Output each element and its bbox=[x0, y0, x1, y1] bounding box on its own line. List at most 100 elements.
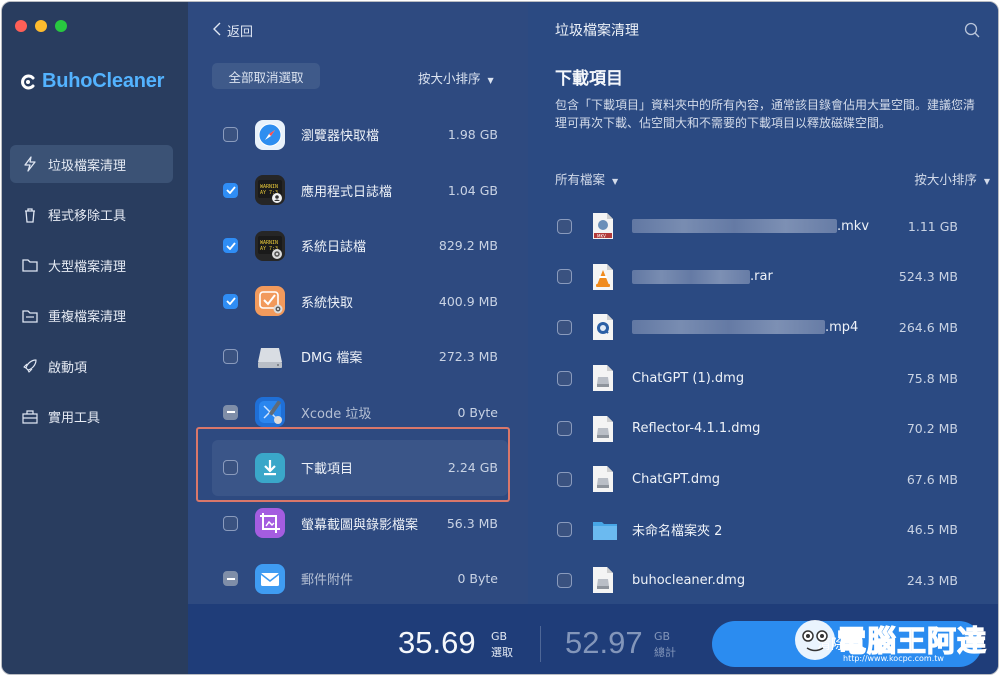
file-row[interactable]: ChatGPT (1).dmg 75.8 MB bbox=[548, 353, 988, 404]
category-row[interactable]: WARNIN AY 7:3 系統日誌檔 829.2 MB bbox=[212, 218, 508, 274]
caret-down-icon: ▼ bbox=[487, 76, 494, 85]
caret-down-icon: ▼ bbox=[612, 177, 619, 186]
dmg-file-icon bbox=[592, 415, 614, 443]
watermark: 電腦王阿達 http://www.kocpc.com.tw bbox=[793, 612, 993, 668]
divider bbox=[540, 626, 541, 662]
file-row[interactable]: Reflector-4.1.1.dmg 70.2 MB bbox=[548, 403, 988, 454]
category-size: 56.3 MB bbox=[446, 515, 498, 531]
zoom-window-button[interactable] bbox=[55, 20, 67, 32]
category-name: 郵件附件 bbox=[301, 573, 354, 589]
checkbox[interactable] bbox=[557, 218, 572, 234]
category-row-selected[interactable]: 下載項目 2.24 GB bbox=[212, 440, 508, 496]
checkbox[interactable] bbox=[557, 370, 572, 386]
vlc-file-icon bbox=[592, 263, 614, 291]
checkbox[interactable] bbox=[223, 349, 238, 365]
deselect-all-button[interactable]: 全部取消選取 bbox=[212, 63, 320, 89]
checkbox[interactable] bbox=[223, 127, 238, 143]
sidebar-item-label: 大型檔案清理 bbox=[48, 259, 127, 275]
category-row[interactable]: DMG 檔案 272.3 MB bbox=[212, 329, 508, 385]
category-row[interactable]: Xcode 垃圾 0 Byte bbox=[212, 385, 508, 441]
checkbox[interactable] bbox=[557, 522, 572, 538]
back-label: 返回 bbox=[227, 25, 254, 40]
sidebar-item-label: 啟動項 bbox=[48, 360, 88, 376]
sidebar-item-label: 程式移除工具 bbox=[48, 209, 127, 224]
category-row[interactable]: 瀏覽器快取檔 1.98 GB bbox=[212, 107, 508, 163]
search-icon[interactable] bbox=[964, 22, 980, 42]
xcode-icon bbox=[255, 397, 285, 428]
redacted-filename bbox=[632, 320, 825, 335]
app-log-icon: WARNIN AY 7:3 bbox=[255, 175, 285, 206]
category-row[interactable]: 系統快取 400.9 MB bbox=[212, 274, 508, 330]
sidebar-item-label: 垃圾檔案清理 bbox=[48, 158, 127, 174]
checkbox-partial[interactable] bbox=[223, 571, 238, 587]
category-row[interactable]: 郵件附件 0 Byte bbox=[212, 551, 508, 607]
category-size: 400.9 MB bbox=[438, 293, 498, 309]
checkbox-partial[interactable] bbox=[223, 404, 238, 420]
folder-file-icon bbox=[592, 516, 618, 544]
panel-title: 垃圾檔案清理 bbox=[555, 23, 639, 39]
total-size-value: 52.97 bbox=[565, 625, 643, 660]
category-row[interactable]: WARNIN AY 7:3 應用程式日誌檔 1.04 GB bbox=[212, 163, 508, 219]
checkbox[interactable] bbox=[557, 421, 572, 437]
checkbox[interactable] bbox=[557, 572, 572, 588]
checkbox-checked[interactable] bbox=[223, 182, 238, 198]
file-sort-dropdown[interactable]: 按大小排序 ▼ bbox=[914, 169, 990, 188]
chevron-left-icon bbox=[213, 22, 221, 40]
file-row[interactable]: ChatGPT.dmg 67.6 MB bbox=[548, 454, 988, 505]
minimize-window-button[interactable] bbox=[35, 20, 47, 32]
close-window-button[interactable] bbox=[15, 20, 27, 32]
checkbox[interactable] bbox=[557, 471, 572, 487]
system-cache-icon bbox=[255, 286, 285, 317]
app-window: BuhoCleaner 垃圾檔案清理 程式移除工具 大型檔案清理 重複檔案清理 … bbox=[1, 1, 999, 675]
caret-down-icon: ▼ bbox=[983, 177, 990, 186]
category-row[interactable]: 螢幕截圖與錄影檔案 56.3 MB bbox=[212, 496, 508, 552]
duplicate-folder-icon bbox=[22, 308, 38, 324]
section-description: 包含「下載項目」資料夾中的所有內容，通常該目錄會佔用大量空間。建議您清理可再次下… bbox=[555, 98, 976, 130]
file-row[interactable]: buhocleaner.dmg 24.3 MB bbox=[548, 555, 988, 606]
category-name: 瀏覽器快取檔 bbox=[301, 129, 380, 145]
file-size: 46.5 MB bbox=[906, 522, 958, 538]
category-size: 272.3 MB bbox=[438, 349, 498, 365]
file-row[interactable]: .mp4 264.6 MB bbox=[548, 302, 988, 353]
file-row[interactable]: .rar 524.3 MB bbox=[548, 252, 988, 303]
file-filter-dropdown[interactable]: 所有檔案 ▼ bbox=[555, 169, 618, 188]
back-button[interactable]: 返回 bbox=[213, 21, 253, 40]
dmg-file-icon bbox=[592, 465, 614, 493]
category-size: 1.98 GB bbox=[447, 127, 498, 143]
sort-label: 按大小排序 bbox=[914, 172, 977, 187]
checkbox[interactable] bbox=[557, 269, 572, 285]
file-size: 524.3 MB bbox=[898, 269, 958, 285]
sidebar-item-startup[interactable]: 啟動項 bbox=[10, 347, 173, 385]
checkbox[interactable] bbox=[557, 319, 572, 335]
category-name: 系統日誌檔 bbox=[301, 240, 367, 256]
category-size: 2.24 GB bbox=[447, 460, 498, 476]
checkbox[interactable] bbox=[223, 460, 238, 476]
dmg-file-icon bbox=[592, 566, 614, 594]
app-logo: BuhoCleaner bbox=[20, 70, 164, 93]
category-name: 下載項目 bbox=[301, 462, 354, 478]
file-extension: .rar bbox=[750, 269, 773, 285]
sidebar-item-large-files[interactable]: 大型檔案清理 bbox=[10, 246, 173, 284]
detail-panel: 垃圾檔案清理 下載項目 包含「下載項目」資料夾中的所有內容，通常該目錄會佔用大量… bbox=[528, 2, 998, 606]
checkbox[interactable] bbox=[223, 515, 238, 531]
sort-dropdown[interactable]: 按大小排序 ▼ bbox=[418, 68, 494, 87]
sidebar-item-uninstaller[interactable]: 程式移除工具 bbox=[10, 196, 173, 234]
file-size: 1.11 GB bbox=[907, 218, 958, 234]
file-row[interactable]: 未命名檔案夾 2 46.5 MB bbox=[548, 505, 988, 556]
category-size: 0 Byte bbox=[457, 571, 499, 587]
category-list: 瀏覽器快取檔 1.98 GB WARNIN AY 7:3 應用程式日誌檔 1.04… bbox=[212, 107, 508, 607]
category-panel: 返回 全部取消選取 按大小排序 ▼ 瀏覽器快取檔 1.98 GB WARNIN … bbox=[188, 2, 528, 604]
file-row[interactable]: MKV .mkv 1.11 GB bbox=[548, 201, 988, 252]
dmg-file-icon bbox=[592, 364, 614, 392]
checkbox-checked[interactable] bbox=[223, 293, 238, 309]
sidebar-item-toolkit[interactable]: 實用工具 bbox=[10, 398, 173, 436]
screenshot-icon bbox=[255, 508, 285, 539]
system-log-icon: WARNIN AY 7:3 bbox=[255, 230, 285, 261]
sidebar-item-junk-cleanup[interactable]: 垃圾檔案清理 bbox=[10, 145, 173, 183]
sidebar-item-duplicates[interactable]: 重複檔案清理 bbox=[10, 297, 173, 335]
category-name: 螢幕截圖與錄影檔案 bbox=[301, 517, 419, 533]
trash-icon bbox=[22, 207, 38, 223]
mail-icon bbox=[255, 563, 285, 594]
checkbox-checked[interactable] bbox=[223, 238, 238, 254]
file-name: .mkv bbox=[632, 219, 878, 234]
